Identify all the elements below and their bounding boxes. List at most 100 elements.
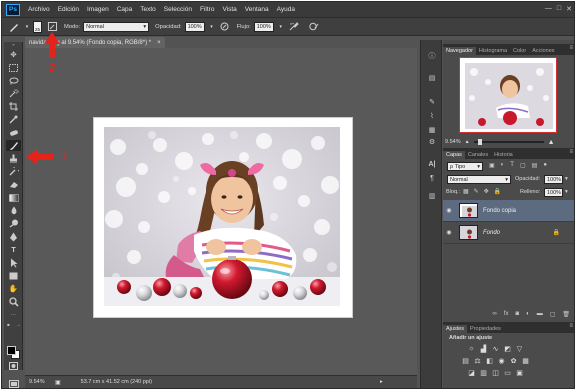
tab-acciones[interactable]: Acciones — [529, 47, 557, 55]
lock-transparency-icon[interactable]: ▦ — [463, 188, 469, 195]
navigator-zoom-slider[interactable] — [473, 139, 544, 145]
delete-layer-icon[interactable]: 🗑 — [562, 311, 570, 318]
chevron-down-icon[interactable]: ▾ — [278, 21, 284, 33]
status-zoom[interactable]: 9.54% — [25, 379, 55, 385]
navigator-preview[interactable] — [459, 57, 557, 133]
exposure-icon[interactable]: ◩ — [503, 344, 512, 353]
panel-menu-icon[interactable]: ≡ — [569, 149, 573, 155]
tab-histograma[interactable]: Histograma — [476, 47, 510, 55]
type-tool-icon[interactable]: T — [6, 244, 21, 255]
photo-filter-icon[interactable]: ◉ — [497, 356, 506, 365]
pixel-filter-icon[interactable]: ▣ — [489, 162, 495, 169]
brush-tool-preset-icon[interactable] — [8, 21, 20, 33]
minimize-button[interactable]: — — [545, 5, 552, 13]
photo-image[interactable] — [104, 127, 340, 306]
swap-colors-icon[interactable]: ↔ — [16, 319, 21, 330]
tab-historia[interactable]: Historia — [491, 151, 516, 159]
mode-select[interactable]: Normal ▾ — [83, 21, 150, 32]
pen-tool-icon[interactable] — [6, 231, 21, 242]
layer-style-icon[interactable]: fx — [504, 311, 509, 317]
info-icon[interactable]: ⓘ — [425, 50, 439, 62]
tab-navegador[interactable]: Navegador — [443, 47, 476, 55]
menu-ventana[interactable]: Ventana — [245, 6, 269, 13]
tab-propiedades[interactable]: Propiedades — [467, 325, 504, 333]
chevron-down-icon[interactable]: ▾ — [209, 21, 215, 33]
visibility-eye-icon[interactable]: ◉ — [443, 207, 455, 214]
black-white-icon[interactable]: ◧ — [485, 356, 494, 365]
maximize-button[interactable]: □ — [557, 5, 561, 13]
quick-mask-icon[interactable] — [6, 360, 21, 371]
path-selection-tool-icon[interactable] — [6, 257, 21, 268]
tab-canales[interactable]: Canales — [465, 151, 491, 159]
fill-field[interactable]: 100% — [544, 188, 563, 197]
lock-pixels-icon[interactable]: ✎ — [474, 188, 479, 195]
tab-ajustes[interactable]: Ajustes — [443, 325, 468, 333]
status-icon[interactable]: ▣ — [55, 379, 61, 386]
navigator-zoom-value[interactable]: 9.54% — [445, 139, 461, 145]
lasso-tool-icon[interactable] — [6, 75, 21, 86]
chevron-down-icon[interactable]: ▾ — [565, 189, 568, 195]
color-balance-icon[interactable]: ⚖ — [473, 356, 482, 365]
vibrance-icon[interactable]: ▽ — [515, 344, 524, 353]
zoom-in-icon[interactable]: ▲ — [548, 139, 555, 146]
menu-texto[interactable]: Texto — [140, 6, 156, 13]
eyedropper-tool-icon[interactable] — [6, 114, 21, 125]
new-group-icon[interactable]: ▬ — [537, 311, 543, 317]
history-panel-icon[interactable]: ▤ — [425, 72, 439, 84]
marquee-tool-icon[interactable] — [6, 62, 21, 73]
panel-menu-icon[interactable]: ≡ — [569, 323, 573, 329]
menu-vista[interactable]: Vista — [222, 6, 236, 13]
panel-menu-icon[interactable]: ≡ — [569, 45, 573, 51]
threshold-icon[interactable]: ◫ — [491, 368, 500, 377]
close-icon[interactable]: × — [157, 40, 161, 46]
filter-toggle-icon[interactable]: ● — [543, 162, 547, 169]
default-colors-icon[interactable]: ■ — [6, 319, 11, 330]
layer-filter-select[interactable]: ρ Tipo ▾ — [447, 162, 483, 171]
blur-tool-icon[interactable] — [6, 205, 21, 216]
airbrush-icon[interactable] — [288, 21, 300, 33]
posterize-icon[interactable]: ▥ — [479, 368, 488, 377]
menu-archivo[interactable]: Archivo — [28, 6, 50, 13]
spot-healing-tool-icon[interactable] — [6, 127, 21, 138]
gradient-tool-icon[interactable] — [6, 192, 21, 203]
brightness-contrast-icon[interactable]: ☼ — [467, 344, 476, 353]
brush-panel-icon[interactable]: ✎ — [425, 96, 439, 108]
curves-icon[interactable]: ∿ — [491, 344, 500, 353]
add-mask-icon[interactable]: ◙ — [515, 311, 519, 317]
rectangle-tool-icon[interactable] — [6, 270, 21, 281]
color-lookup-icon[interactable]: ▦ — [521, 356, 530, 365]
invert-icon[interactable]: ◪ — [467, 368, 476, 377]
menu-edicion[interactable]: Edición — [58, 6, 79, 13]
dodge-tool-icon[interactable] — [6, 218, 21, 229]
menu-ayuda[interactable]: Ayuda — [277, 6, 295, 13]
layer-name[interactable]: Fondo copia — [483, 208, 516, 214]
move-tool-icon[interactable]: ✥ — [6, 49, 21, 60]
menu-seleccion[interactable]: Selección — [164, 6, 192, 13]
levels-icon[interactable]: ▟ — [479, 344, 488, 353]
chevron-right-icon[interactable]: ▸ — [380, 379, 383, 385]
clone-stamp-tool-icon[interactable] — [6, 153, 21, 164]
chevron-down-icon[interactable]: ▾ — [565, 176, 568, 182]
new-layer-icon[interactable]: ▢ — [550, 311, 556, 318]
flow-field[interactable]: 100% — [253, 21, 274, 32]
clone-source-icon[interactable]: ⚙ — [425, 136, 439, 148]
visibility-eye-icon[interactable]: ◉ — [443, 229, 455, 236]
slider-knob[interactable] — [477, 139, 482, 145]
pressure-size-icon[interactable] — [308, 21, 320, 33]
brush-size-picker[interactable]: 25 — [33, 20, 42, 33]
hue-saturation-icon[interactable]: ▤ — [461, 356, 470, 365]
brush-panel-toggle-icon[interactable] — [46, 21, 58, 33]
close-button[interactable]: ✕ — [566, 5, 572, 13]
blend-mode-select[interactable]: Normal ▾ — [447, 175, 511, 184]
paragraph-panel-icon[interactable]: ¶ — [425, 172, 439, 184]
zoom-out-icon[interactable]: ▲ — [465, 139, 470, 145]
layer-comps-icon[interactable]: ▥ — [425, 190, 439, 202]
menu-filtro[interactable]: Filtro — [200, 6, 214, 13]
shape-filter-icon[interactable]: ▢ — [520, 162, 526, 169]
new-adjustment-layer-icon[interactable]: ◐ — [526, 311, 530, 317]
tab-capas[interactable]: Capas — [443, 151, 465, 159]
chevron-down-icon[interactable]: ▾ — [24, 21, 30, 33]
toolbar-collapse-icon[interactable]: » — [6, 42, 21, 47]
selective-color-icon[interactable]: ▣ — [515, 368, 524, 377]
smart-object-filter-icon[interactable]: ▤ — [532, 162, 538, 169]
